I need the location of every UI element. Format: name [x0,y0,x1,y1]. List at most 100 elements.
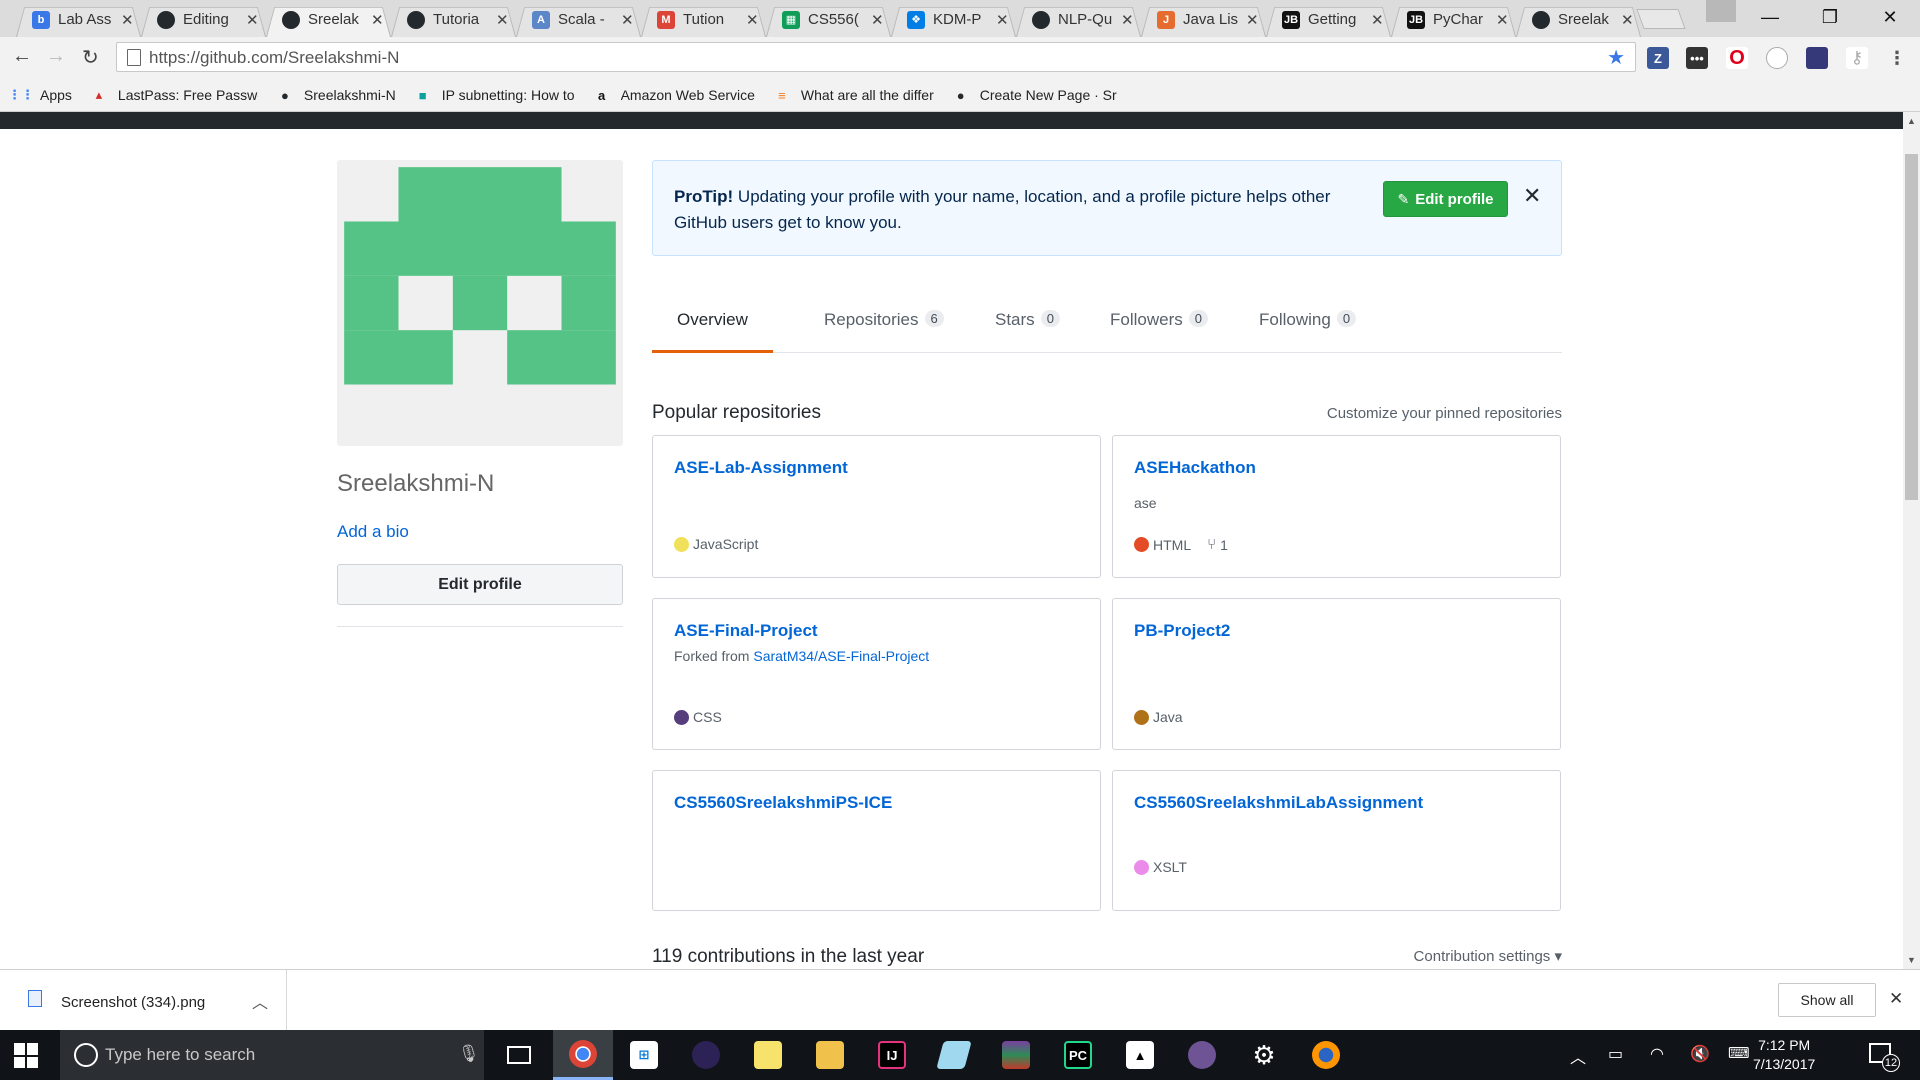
browser-tab[interactable]: ▦ CS556(✕ [766,2,891,37]
browser-tab-title[interactable]: Sreelak [308,11,363,28]
close-window-icon[interactable]: ✕ [1860,0,1920,36]
browser-tab-title[interactable]: Lab Ass [58,11,113,28]
customize-pinned-link[interactable]: Customize your pinned repositories [1327,405,1562,422]
browser-tab[interactable]: NLP-Qu ✕ [1016,2,1141,37]
close-tab-icon[interactable]: ✕ [1621,11,1634,29]
close-tab-icon[interactable]: ✕ [1371,11,1384,29]
bookmark-label[interactable]: Sreelakshmi-N [304,87,396,103]
browser-tab[interactable]: J Java Lis ✕ [1141,2,1266,37]
repo-name-link[interactable]: ASE-Final-Project [674,621,818,641]
taskbar-intellij[interactable]: IJ [862,1030,922,1080]
bookmark-item[interactable]: a Amazon Web Service [593,86,755,104]
address-bar-url[interactable]: https://github.com/Sreelakshmi-N [149,48,399,68]
taskbar-app[interactable] [924,1030,984,1080]
task-view-icon[interactable] [507,1046,531,1064]
bookmark-star-icon[interactable]: ★ [1607,45,1625,70]
browser-tab[interactable]: Editing ✕ [141,2,266,37]
close-tab-icon[interactable]: ✕ [121,11,134,29]
show-hidden-icons-icon[interactable]: ︿ [1570,1044,1586,1068]
browser-tab[interactable]: M Tution ✕ [641,2,766,37]
browser-tab-title[interactable]: Editing [183,11,238,28]
repo-name-link[interactable]: PB-Project2 [1134,621,1230,641]
restore-icon[interactable]: ❐ [1800,0,1860,36]
repo-name-link[interactable]: ASEHackathon [1134,458,1256,478]
browser-tab[interactable]: ❖ KDM-P ✕ [891,2,1016,37]
minimize-icon[interactable]: — [1740,0,1800,36]
taskbar-chrome[interactable] [553,1030,613,1080]
page-scrollbar[interactable]: ▲ ▼ [1903,112,1920,969]
extension-puzzle-icon[interactable] [1806,47,1828,69]
back-arrow-icon[interactable]: ← [12,45,32,68]
bookmark-label[interactable]: What are all the differ [801,87,934,103]
browser-tab-title[interactable]: Java Lis [1183,11,1238,28]
taskbar-firefox[interactable] [1296,1030,1356,1080]
protip-edit-profile-button[interactable]: ✎ Edit profile [1383,181,1508,217]
bookmark-item[interactable]: ● Create New Page · Sr [952,86,1117,104]
taskbar-settings[interactable]: ⚙ [1234,1030,1294,1080]
reload-icon[interactable]: ↻ [82,45,99,70]
bookmark-item[interactable]: ■ IP subnetting: How to [414,86,575,104]
page-info-icon[interactable] [127,49,141,66]
forked-from-link[interactable]: SaratM34/ASE-Final-Project [753,648,929,664]
browser-tab[interactable]: A Scala - ✕ [516,2,641,37]
address-bar[interactable]: https://github.com/Sreelakshmi-N ★ [116,42,1636,72]
close-tab-icon[interactable]: ✕ [621,11,634,29]
tab-following[interactable]: Following 0 [1234,310,1357,353]
forward-arrow-icon[interactable]: → [46,45,66,68]
taskbar-winrar[interactable] [986,1030,1046,1080]
volume-muted-icon[interactable]: 🔇 [1690,1044,1710,1064]
wifi-icon[interactable]: ◠ [1650,1044,1664,1064]
scrollbar-thumb[interactable] [1905,154,1918,500]
bookmark-label[interactable]: Apps [40,87,72,103]
zotero-extension-icon[interactable]: Z [1647,47,1669,69]
close-tab-icon[interactable]: ✕ [1496,11,1509,29]
close-tab-icon[interactable]: ✕ [1121,11,1134,29]
close-download-shelf-icon[interactable]: ✕ [1889,989,1903,1009]
bookmark-label[interactable]: Create New Page · Sr [980,87,1117,103]
download-file-name[interactable]: Screenshot (334).png [61,994,205,1011]
bookmark-label[interactable]: Amazon Web Service [621,87,755,103]
browser-tab[interactable]: Tutoria ✕ [391,2,516,37]
browser-profile-button[interactable] [1706,0,1736,22]
taskbar-search-placeholder[interactable]: Type here to search [105,1045,255,1065]
browser-tab-title[interactable]: Tution [683,11,738,28]
browser-tab[interactable]: JB PyChar ✕ [1391,2,1516,37]
taskbar-photos[interactable]: ▲ [1110,1030,1170,1080]
scroll-up-icon[interactable]: ▲ [1907,116,1916,126]
show-all-downloads-button[interactable]: Show all [1778,983,1876,1017]
system-clock[interactable]: 7:12 PM 7/13/2017 [1753,1036,1815,1074]
taskbar-eclipse[interactable] [676,1030,736,1080]
tab-repositories[interactable]: Repositories 6 [799,310,944,353]
contribution-settings-dropdown[interactable]: Contribution settings ▾ [1414,947,1562,965]
download-item[interactable]: Screenshot (334).png ︿ [0,970,287,1031]
browser-tab-title[interactable]: Scala - [558,11,613,28]
browser-tab-title[interactable]: NLP-Qu [1058,11,1113,28]
tab-stars[interactable]: Stars 0 [970,310,1060,353]
close-tab-icon[interactable]: ✕ [746,11,759,29]
taskbar-github-desktop[interactable] [1172,1030,1232,1080]
taskbar-file-explorer[interactable] [800,1030,860,1080]
tab-overview[interactable]: Overview [652,310,773,353]
browser-tab-title[interactable]: PyChar [1433,11,1488,28]
repo-name-link[interactable]: CS5560SreelakshmiPS-ICE [674,793,892,813]
key-extension-icon[interactable]: ⚷ [1846,47,1868,69]
new-tab-button[interactable] [1636,9,1686,29]
browser-tab-title[interactable]: KDM-P [933,11,988,28]
add-bio-link[interactable]: Add a bio [337,522,409,542]
close-tab-icon[interactable]: ✕ [371,11,384,29]
bookmark-item[interactable]: ● Sreelakshmi-N [276,86,396,104]
avatar[interactable] [337,160,623,446]
browser-tab[interactable]: Sreelak ✕ [266,2,391,37]
browser-tab[interactable]: Sreelak ✕ [1516,2,1641,37]
close-tab-icon[interactable]: ✕ [496,11,509,29]
opera-extension-icon[interactable]: O [1726,47,1748,69]
taskbar-store[interactable]: ⊞ [614,1030,674,1080]
tab-followers[interactable]: Followers 0 [1085,310,1208,353]
taskbar-pycharm[interactable]: PC [1048,1030,1108,1080]
bookmark-item[interactable]: ≡ What are all the differ [773,86,934,104]
browser-tab[interactable]: b Lab Ass ✕ [16,2,141,37]
edit-profile-button[interactable]: Edit profile [337,564,623,605]
browser-tab-title[interactable]: Getting [1308,11,1363,28]
close-tab-icon[interactable]: ✕ [246,11,259,29]
browser-tab-title[interactable]: Tutoria [433,11,488,28]
